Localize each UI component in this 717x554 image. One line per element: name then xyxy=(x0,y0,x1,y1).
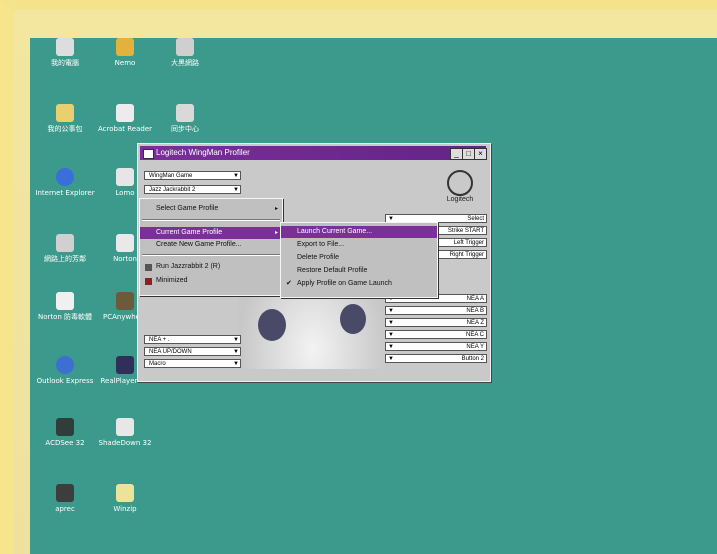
submenu-arrow-icon: ▸ xyxy=(274,230,278,236)
app-system-icon[interactable] xyxy=(143,149,154,159)
context-menu[interactable]: Select Game Profile ▸ Current Game Profil… xyxy=(139,198,283,296)
checkmark-icon: ✔ xyxy=(286,280,292,287)
app-icon xyxy=(56,484,74,502)
menu-select-game-profile[interactable]: Select Game Profile ▸ xyxy=(140,203,282,215)
logitech-mark-icon xyxy=(447,170,473,196)
button-map-2[interactable]: ▼ Button 2 xyxy=(385,354,487,363)
app-icon xyxy=(176,104,194,122)
close-icon[interactable]: × xyxy=(474,148,487,160)
app-icon xyxy=(116,484,134,502)
menu-delete-profile[interactable]: Delete Profile xyxy=(281,252,437,264)
button-map-y[interactable]: ▼ NEA Y xyxy=(385,342,487,351)
menu-export-to-file[interactable]: Export to File... xyxy=(281,239,437,251)
briefcase-icon-image xyxy=(56,104,74,122)
button-map-z[interactable]: ▼ NEA Z xyxy=(385,318,487,327)
menu-create-new-profile[interactable]: Create New Game Profile... xyxy=(140,239,282,251)
chevron-down-icon: ▼ xyxy=(233,173,239,179)
menu-run-game[interactable]: Run Jazzrabbit 2 (R) xyxy=(140,261,282,273)
profile-combo[interactable]: WingMan Game ▼ xyxy=(144,171,241,180)
axis-combo[interactable]: NEA + . ▼ xyxy=(144,335,241,344)
submenu[interactable]: Launch Current Game... Export to File...… xyxy=(280,222,438,298)
controller-stick-left xyxy=(258,309,286,341)
button-map-b[interactable]: ▼ NEA B xyxy=(385,306,487,315)
controller-stick-right xyxy=(340,304,366,334)
app-icon xyxy=(116,234,134,252)
app-icon xyxy=(116,104,134,122)
minimize-app-icon xyxy=(145,278,152,285)
macro-combo[interactable]: Macro ▼ xyxy=(144,359,241,368)
menu-current-game-profile[interactable]: Current Game Profile ▸ xyxy=(140,227,282,239)
window-titlebar[interactable]: Logitech WingMan Profiler _ □ × xyxy=(140,146,487,160)
mail-icon xyxy=(56,356,74,374)
updown-combo[interactable]: NEA UP/DOWN ▼ xyxy=(144,347,241,356)
app-icon xyxy=(56,292,74,310)
app-icon xyxy=(116,418,134,436)
sync-center-icon[interactable]: 同步中心 xyxy=(150,104,220,133)
app-icon xyxy=(116,168,134,186)
app-icon xyxy=(56,418,74,436)
chevron-down-icon: ▼ xyxy=(233,187,239,193)
ie-icon xyxy=(56,168,74,186)
network-app-icon[interactable]: 大黑網路 xyxy=(150,38,220,67)
network-icon xyxy=(56,234,74,252)
app-icon xyxy=(116,38,134,56)
game-icon xyxy=(145,264,152,271)
menu-launch-current-game[interactable]: Launch Current Game... xyxy=(281,226,437,238)
game-combo[interactable]: Jazz Jackrabbit 2 ▼ xyxy=(144,185,241,194)
submenu-arrow-icon: ▸ xyxy=(274,206,278,212)
menu-separator xyxy=(142,254,280,256)
menu-restore-default-profile[interactable]: Restore Default Profile xyxy=(281,265,437,277)
window-title: Logitech WingMan Profiler xyxy=(156,148,250,157)
menu-separator xyxy=(142,219,280,221)
app-icon xyxy=(116,356,134,374)
app-icon xyxy=(176,38,194,56)
computer-icon xyxy=(56,38,74,56)
logitech-logo: Logitech xyxy=(440,170,480,208)
menu-minimized[interactable]: Minimized xyxy=(140,275,282,287)
menu-apply-on-launch[interactable]: ✔ Apply Profile on Game Launch xyxy=(281,278,437,290)
shadedown-icon[interactable]: ShadeDown 32 xyxy=(90,418,160,447)
winzip-icon[interactable]: Winzip xyxy=(90,484,160,513)
button-map-c[interactable]: ▼ NEA C xyxy=(385,330,487,339)
app-icon xyxy=(116,292,134,310)
